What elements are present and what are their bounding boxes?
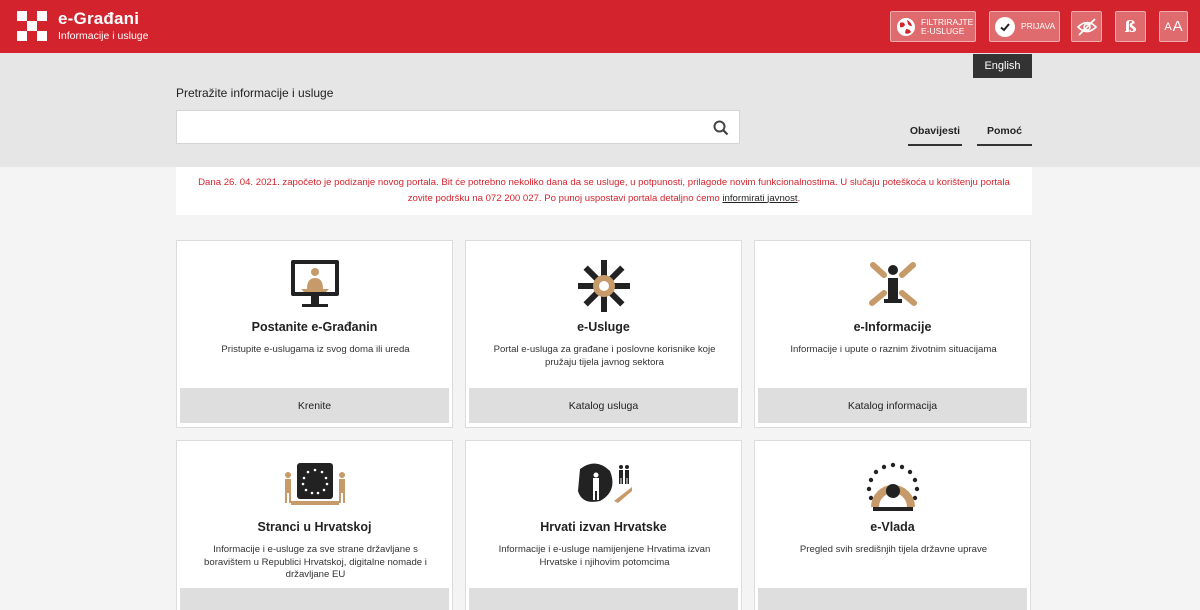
- card-e-vlada: e-Vlada Pregled svih središnjih tijela d…: [754, 440, 1031, 610]
- croats-abroad-icon: [577, 463, 632, 503]
- notice-link[interactable]: informirati javnost: [722, 193, 797, 204]
- government-circle-icon: [866, 462, 919, 511]
- card-button[interactable]: [180, 588, 449, 610]
- card-description: Informacije i e-usluge namijenjene Hrvat…: [498, 544, 711, 568]
- dyslexia-font-button[interactable]: ß: [1115, 11, 1146, 42]
- language-switch-button[interactable]: English: [973, 54, 1032, 78]
- card-description: Informacije i e-usluge za sve strane drž…: [204, 544, 427, 580]
- tab-pomoc[interactable]: Pomoć: [977, 125, 1032, 146]
- filter-e-services-button[interactable]: FILTRIRAJTE E-USLUGE: [890, 11, 976, 42]
- portal-notice: Dana 26. 04. 2021. započeto je podizanje…: [176, 167, 1032, 215]
- checkmark-icon: [995, 16, 1015, 37]
- font-glyph: ß: [1124, 17, 1137, 36]
- top-header: e-Građani Informacije i usluge FILTRIRAJ…: [0, 0, 1200, 53]
- search-label: Pretražite informacije i usluge: [176, 86, 334, 100]
- card-title: Stranci u Hrvatskoj: [257, 520, 372, 534]
- card-description: Portal e-usluga za građane i poslovne ko…: [493, 344, 716, 368]
- brand-subtitle: Informacije i usluge: [58, 30, 149, 42]
- search-input[interactable]: [177, 111, 697, 143]
- card-hrvati-izvan-hrvatske: Hrvati izvan Hrvatske Informacije i e-us…: [465, 440, 742, 610]
- filter-label-line2: E-USLUGE: [921, 25, 965, 36]
- person-at-computer-icon: [290, 260, 339, 307]
- card-e-usluge: e-Usluge Portal e-usluga za građane i po…: [465, 240, 742, 428]
- globe-icon: [897, 17, 915, 36]
- katalog-informacija-button[interactable]: Katalog informacija: [758, 388, 1027, 423]
- card-title: e-Informacije: [853, 320, 932, 334]
- card-title: Hrvati izvan Hrvatske: [540, 520, 667, 534]
- card-title: Postanite e-Građanin: [251, 320, 378, 334]
- card-title: e-Usluge: [577, 320, 630, 334]
- eye-off-icon: [1076, 17, 1097, 36]
- card-button[interactable]: [469, 588, 738, 610]
- text-size-big-a: A: [1172, 18, 1183, 35]
- login-label: PRIJAVA: [1021, 21, 1056, 31]
- brand-title[interactable]: e-Građani: [58, 9, 139, 29]
- e-gradani-logo[interactable]: [17, 11, 47, 41]
- information-person-icon: [868, 262, 917, 306]
- card-description: Pristupite e-uslugama iz svog doma ili u…: [221, 344, 410, 355]
- card-title: e-Vlada: [870, 520, 915, 534]
- katalog-usluga-button[interactable]: Katalog usluga: [469, 388, 738, 423]
- text-size-small-a: A: [1164, 20, 1172, 33]
- card-e-informacije: e-Informacije Informacije i upute o razn…: [754, 240, 1031, 428]
- tab-obavijesti[interactable]: Obavijesti: [908, 125, 962, 146]
- text-size-button[interactable]: AA: [1159, 11, 1188, 42]
- card-postanite-e-gradanin: Postanite e-Građanin Pristupite e-usluga…: [176, 240, 453, 428]
- card-description: Pregled svih središnjih tijela državne u…: [799, 544, 988, 555]
- search-icon[interactable]: [713, 120, 729, 136]
- card-stranci-u-hrvatskoj: Stranci u Hrvatskoj Informacije i e-uslu…: [176, 440, 453, 610]
- hide-visibility-button[interactable]: [1071, 11, 1102, 42]
- search-box[interactable]: [176, 110, 740, 144]
- eu-flag-people-icon: [284, 463, 345, 505]
- krenite-button[interactable]: Krenite: [180, 388, 449, 423]
- notice-end: .: [797, 192, 801, 204]
- login-button[interactable]: PRIJAVA: [989, 11, 1060, 42]
- card-button[interactable]: [758, 588, 1027, 610]
- e-services-star-icon: [577, 260, 630, 312]
- card-description: Informacije i upute o raznim životnim si…: [790, 344, 997, 355]
- notice-text: Dana 26. 04. 2021. započeto je podizanje…: [198, 177, 1010, 204]
